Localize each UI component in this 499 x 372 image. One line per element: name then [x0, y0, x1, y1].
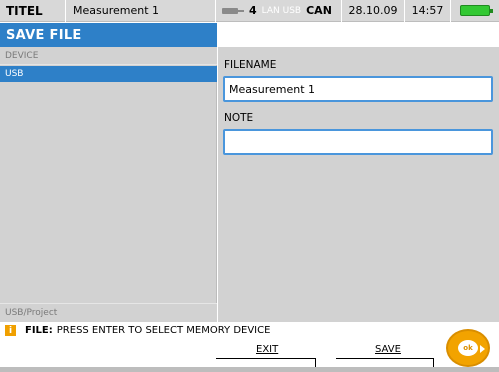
- battery-status: [451, 0, 499, 22]
- form-panel: FILENAME Measurement 1 NOTE: [218, 47, 499, 322]
- filename-label: FILENAME: [224, 59, 277, 71]
- title-spacer: [218, 23, 499, 47]
- plug-icon: [222, 7, 244, 15]
- note-label: NOTE: [224, 112, 254, 124]
- can-indicator: CAN: [306, 4, 332, 17]
- path-display: USB/Project: [0, 303, 217, 322]
- battery-icon: [460, 5, 493, 16]
- info-icon: i: [5, 325, 16, 336]
- measurement-name: Measurement 1: [66, 0, 216, 22]
- filename-input[interactable]: Measurement 1: [223, 76, 493, 102]
- lan-usb-indicator: LAN USB: [261, 5, 302, 16]
- softkey-divider: [216, 358, 316, 359]
- device-header: DEVICE: [0, 47, 217, 65]
- save-button[interactable]: SAVE: [375, 344, 401, 355]
- exit-button[interactable]: EXIT: [256, 344, 278, 355]
- device-item-usb[interactable]: USB: [0, 66, 217, 82]
- ok-dial-button[interactable]: ok: [446, 329, 490, 367]
- arrow-right-icon: [480, 345, 485, 353]
- channel-count: 4: [249, 4, 257, 17]
- device-panel: DEVICE USB USB/Project: [0, 47, 217, 322]
- softkey-divider: [336, 358, 434, 359]
- info-line: i FILE: PRESS ENTER TO SELECT MEMORY DEV…: [0, 322, 499, 339]
- page-title: SAVE FILE: [0, 23, 217, 47]
- time-display: 14:57: [405, 0, 451, 22]
- connection-status: 4 LAN USB CAN: [216, 0, 342, 22]
- note-input[interactable]: [223, 129, 493, 155]
- info-message: PRESS ENTER TO SELECT MEMORY DEVICE: [56, 325, 271, 336]
- ok-icon: ok: [458, 340, 478, 356]
- info-prefix: FILE:: [25, 325, 53, 336]
- bottom-strip: [0, 367, 499, 372]
- titel-label: TITEL: [0, 0, 66, 22]
- date-display: 28.10.09: [342, 0, 405, 22]
- status-bar: TITEL Measurement 1 4 LAN USB CAN 28.10.…: [0, 0, 499, 22]
